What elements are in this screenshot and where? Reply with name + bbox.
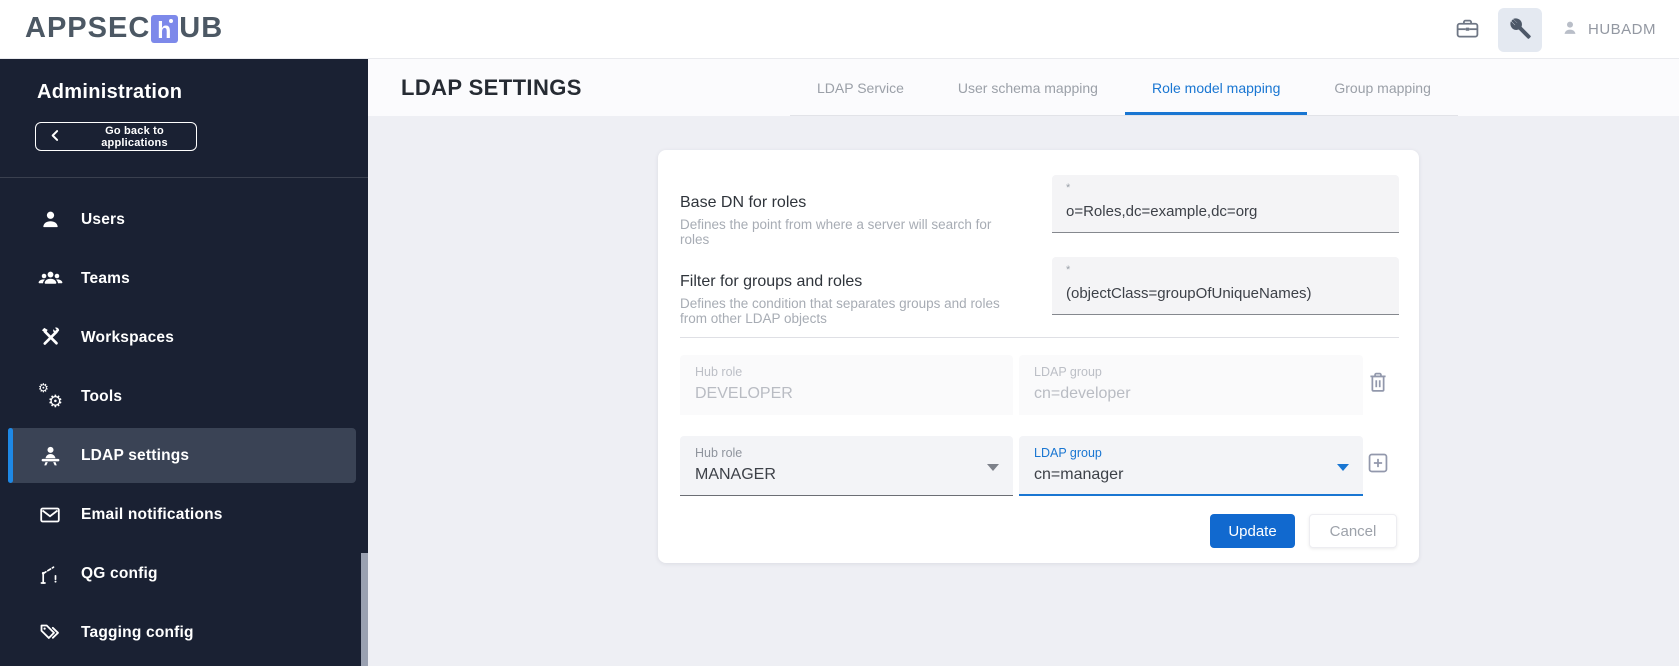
user-avatar-icon [1560, 18, 1580, 42]
go-back-label: Go back to applications [101, 124, 168, 149]
hub-role-value: DEVELOPER [695, 385, 793, 402]
role-model-mapping-card: Base DN for roles Defines the point from… [658, 150, 1419, 563]
tools-icon [1508, 16, 1533, 44]
sidebar-item-qg-config[interactable]: QG config [0, 544, 368, 603]
appsechub-admin-page: APPSEC h UB HUBADM Administration Go bac… [0, 0, 1679, 666]
tag-icon [37, 621, 63, 645]
base-dn-input[interactable]: * o=Roles,dc=example,dc=org [1052, 175, 1399, 233]
add-mapping-button[interactable] [1365, 451, 1391, 477]
username-label: HUBADM [1588, 21, 1657, 38]
required-marker: * [1066, 182, 1071, 194]
filter-value: (objectClass=groupOfUniqueNames) [1066, 285, 1312, 302]
logo-text-suffix: UB [179, 12, 224, 44]
sidebar-item-label: LDAP settings [81, 446, 190, 464]
workspaces-icon [37, 326, 63, 349]
cancel-button[interactable]: Cancel [1309, 514, 1397, 548]
sidebar-menu: Users Teams Workspaces ⚙ ⚙ Tools LDAP se… [0, 190, 368, 662]
update-button[interactable]: Update [1210, 514, 1295, 548]
required-marker: * [1066, 264, 1071, 276]
sidebar-item-label: Users [81, 210, 126, 228]
trash-icon [1365, 369, 1391, 398]
role-mapping-row: Hub role DEVELOPER LDAP group cn=develop… [680, 355, 1363, 415]
base-dn-label: Base DN for roles [680, 194, 807, 211]
hub-role-label: Hub role [695, 365, 743, 379]
sidebar-divider [0, 177, 368, 178]
tab-group-mapping[interactable]: Group mapping [1307, 59, 1458, 115]
sidebar-item-email-notifications[interactable]: Email notifications [0, 485, 368, 544]
filter-description: Defines the condition that separates gro… [680, 296, 1000, 326]
chevron-down-icon [1337, 464, 1349, 471]
tab-ldap-service[interactable]: LDAP Service [790, 59, 931, 115]
sidebar-item-label: Workspaces [81, 328, 175, 346]
hub-role-select-manager[interactable]: Hub role MANAGER [680, 436, 1013, 496]
section-divider [680, 337, 1399, 338]
logo-text-prefix: APPSEC [25, 12, 151, 44]
sidebar-item-label: QG config [81, 564, 158, 582]
filter-input[interactable]: * (objectClass=groupOfUniqueNames) [1052, 257, 1399, 315]
email-icon [37, 503, 63, 527]
tab-user-schema-mapping[interactable]: User schema mapping [931, 59, 1125, 115]
ldap-group-label: LDAP group [1034, 446, 1102, 460]
sidebar-item-users[interactable]: Users [0, 190, 368, 249]
ldap-group-field-developer: LDAP group cn=developer [1019, 355, 1363, 415]
sidebar-item-workspaces[interactable]: Workspaces [0, 308, 368, 367]
sidebar-item-tagging-config[interactable]: Tagging config [0, 603, 368, 662]
role-mapping-row: Hub role MANAGER LDAP group cn=manager [680, 436, 1363, 496]
hub-role-label: Hub role [695, 446, 743, 460]
ldap-group-label: LDAP group [1034, 365, 1102, 379]
sidebar-item-tools[interactable]: ⚙ ⚙ Tools [0, 367, 368, 426]
sidebar-scrollbar-thumb[interactable] [361, 553, 368, 666]
user-menu[interactable]: HUBADM [1560, 0, 1656, 59]
sidebar-item-label: Teams [81, 269, 130, 287]
app-logo[interactable]: APPSEC h UB [25, 12, 223, 45]
administration-tools-button[interactable] [1498, 8, 1542, 52]
delete-mapping-button[interactable] [1365, 370, 1391, 396]
teams-icon [37, 266, 63, 291]
main-header: LDAP SETTINGS LDAP Service User schema m… [368, 59, 1679, 116]
chevron-down-icon [987, 464, 999, 471]
filter-label: Filter for groups and roles [680, 273, 863, 290]
quality-gate-icon [37, 562, 63, 586]
sidebar-item-label: Tagging config [81, 623, 194, 641]
sidebar-item-label: Email notifications [81, 505, 223, 523]
plus-square-icon [1365, 450, 1391, 479]
ldap-group-value: cn=manager [1034, 466, 1124, 483]
ldap-group-value: cn=developer [1034, 385, 1131, 402]
topbar: APPSEC h UB HUBADM [0, 0, 1679, 59]
sidebar-item-teams[interactable]: Teams [0, 249, 368, 308]
tab-bar: LDAP Service User schema mapping Role mo… [790, 59, 1458, 116]
base-dn-value: o=Roles,dc=example,dc=org [1066, 203, 1258, 220]
sidebar-item-label: Tools [81, 387, 123, 405]
briefcase-icon [1454, 15, 1481, 45]
admin-sidebar: Administration Go back to applications U… [0, 59, 368, 666]
sidebar-item-ldap-settings[interactable]: LDAP settings [0, 426, 368, 485]
base-dn-description: Defines the point from where a server wi… [680, 217, 992, 247]
user-icon [37, 208, 63, 231]
hub-role-value: MANAGER [695, 466, 776, 483]
page-title: LDAP SETTINGS [401, 75, 582, 100]
sidebar-title: Administration [37, 81, 183, 103]
chevron-left-icon [49, 129, 62, 145]
gears-icon: ⚙ ⚙ [38, 380, 63, 412]
ldap-group-select-manager[interactable]: LDAP group cn=manager [1019, 436, 1363, 496]
hub-role-field-developer: Hub role DEVELOPER [680, 355, 1013, 415]
go-back-to-applications-button[interactable]: Go back to applications [35, 122, 197, 151]
hub-icon: h [151, 14, 179, 43]
ldap-icon [37, 443, 63, 468]
hub-letter: h [157, 16, 173, 43]
tab-role-model-mapping[interactable]: Role model mapping [1124, 59, 1308, 115]
applications-button[interactable] [1452, 16, 1482, 44]
